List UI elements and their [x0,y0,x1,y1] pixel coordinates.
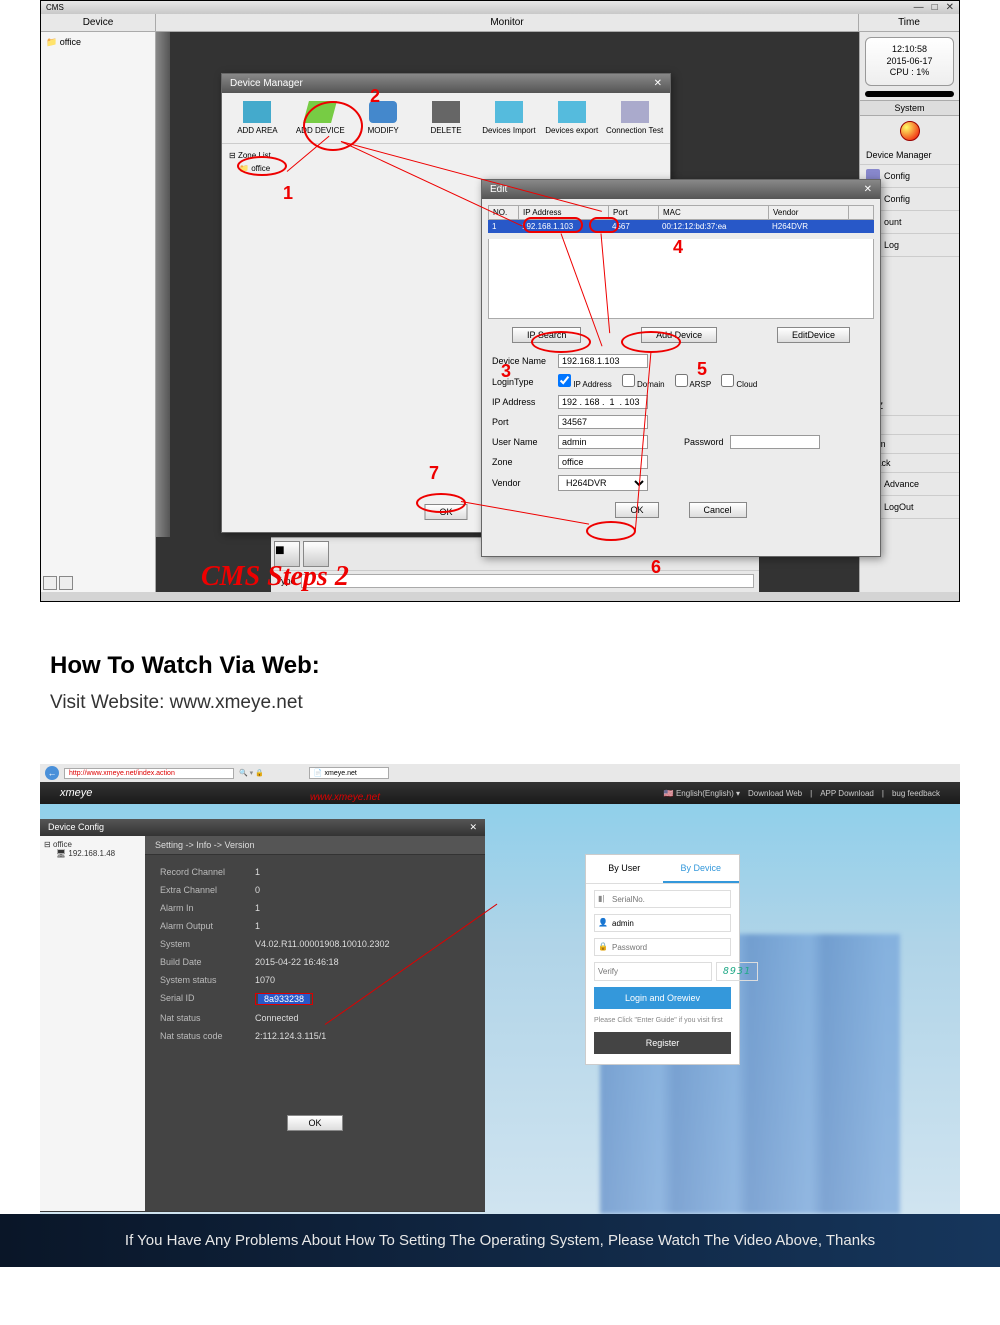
section-heading: How To Watch Via Web: [50,652,950,680]
header-device: Device [41,14,156,31]
devmgr-toolbar: ADD AREA ADD DEVICE MODIFY DELETE Device… [222,93,670,144]
annotation-3: 3 [501,361,511,382]
bug-feedback-link[interactable]: bug feedback [892,789,940,798]
verify-code: 8931 [716,962,758,981]
footer-text: If You Have Any Problems About How To Se… [0,1214,1000,1267]
web-logo: xmeye [60,787,92,799]
close-icon[interactable]: ✕ [654,78,662,89]
annotation-2: 2 [370,86,380,107]
user-icon: 👤 [598,918,608,928]
device-tree-panel: 📁 office [41,32,156,592]
web-screenshot: ← http://www.xmeye.net/index.action 🔍 ▾ … [40,764,960,1214]
device-config-dialog: Device Config ✕ ⊟ office 🖥 192.168.1.48 … [40,819,485,1212]
lock-icon: 🔒 [598,942,608,952]
login-tab-user[interactable]: By User [586,855,663,883]
cms-steps-label: CMS Steps 2 [201,561,349,593]
web-header: xmeye 🇺🇸 English(English) ▾ Download Web… [40,782,960,804]
sidebar-device-manager[interactable]: Device Manager [860,146,959,165]
delete-button[interactable]: DELETE [416,101,477,135]
register-button[interactable]: Register [594,1032,731,1054]
login-type-ip[interactable]: IP Address [558,374,612,389]
cms-titlebar: CMS — □ ✕ [41,1,959,14]
system-section-label: System [860,100,959,116]
refresh-icon[interactable] [59,576,73,590]
annotation-6: 6 [651,557,661,578]
header-monitor: Monitor [156,14,859,31]
edit-device-button[interactable]: EditDevice [777,327,850,343]
section-body: Visit Website: www.xmeye.net [50,692,950,714]
tree-item[interactable]: ⊟ office [44,840,141,849]
cms-screenshot: CMS — □ ✕ Device Monitor Time 📁 office ■ [40,0,960,602]
dc-breadcrumb: Setting -> Info -> Version [145,836,485,855]
record-button[interactable] [900,121,920,141]
device-name-input[interactable] [558,354,648,368]
annotation-7: 7 [429,463,439,484]
address-bar[interactable]: http://www.xmeye.net/index.action [64,768,234,779]
annotation-5: 5 [697,359,707,380]
port-input[interactable] [558,415,648,429]
back-button[interactable]: ← [45,766,59,780]
lang-selector[interactable]: 🇺🇸 English(English) ▾ [664,789,740,798]
barcode-icon: ▮| [598,894,608,904]
cms-header: Device Monitor Time [41,14,959,32]
tree-item[interactable]: 🖥 192.168.1.48 [44,849,141,858]
serial-field[interactable]: ▮| [594,890,731,908]
import-button[interactable]: Devices Import [478,101,539,135]
username-input[interactable] [558,435,648,449]
vendor-select[interactable]: H264DVR [558,475,648,491]
login-hint: Please Click "Enter Guide" if you visit … [586,1015,739,1026]
login-type-cloud[interactable]: Cloud [721,374,757,389]
download-web-link[interactable]: Download Web [748,789,802,798]
annotation-1: 1 [283,183,293,204]
username-field[interactable]: 👤 [594,914,731,932]
zone-input[interactable] [558,455,648,469]
edit-dialog: Edit ✕ NO. IP Address Port MAC Vendor 1 … [481,179,881,557]
edit-cancel-button[interactable]: Cancel [689,502,747,518]
test-button[interactable]: Connection Test [604,101,665,135]
clock-box: 12:10:58 2015-06-17 CPU : 1% [865,37,954,86]
edit-titlebar[interactable]: Edit ✕ [482,180,880,199]
annotation-4: 4 [673,237,683,258]
add-area-button[interactable]: ADD AREA [227,101,288,135]
close-icon[interactable]: ✕ [469,822,477,833]
tree-root[interactable]: 📁 office [44,35,152,50]
close-icon[interactable]: ✕ [864,184,872,195]
dc-titlebar[interactable]: Device Config ✕ [40,819,485,836]
browser-bar: ← http://www.xmeye.net/index.action 🔍 ▾ … [40,764,960,782]
cms-app-title: CMS [46,3,64,12]
app-download-link[interactable]: APP Download [820,789,874,798]
section-text: How To Watch Via Web: Visit Website: www… [50,652,950,714]
type-field[interactable] [301,574,754,588]
ip-address-input[interactable] [558,395,648,409]
browser-tab[interactable]: 📄 xmeye.net [309,767,389,779]
serial-id-highlight: 8a933238 [255,993,313,1005]
login-button[interactable]: Login and Orewiev [594,987,731,1009]
page-icon[interactable] [43,576,57,590]
login-panel: By User By Device ▮| 👤 🔒 8931 Login and … [585,854,740,1065]
url-annotation: www.xmeye.net [310,792,380,803]
password-field[interactable]: 🔒 [594,938,731,956]
devmgr-titlebar[interactable]: Device Manager ✕ [222,74,670,93]
password-input[interactable] [730,435,820,449]
export-button[interactable]: Devices export [541,101,602,135]
verify-input[interactable] [594,962,712,981]
minimize-icon[interactable]: — [914,2,924,13]
maximize-icon[interactable]: □ [932,2,938,13]
header-time: Time [859,14,959,31]
dc-tree: ⊟ office 🖥 192.168.1.48 [40,836,145,1211]
login-type-domain[interactable]: Domain [622,374,665,389]
close-icon[interactable]: ✕ [946,2,954,13]
dc-ok-button[interactable]: OK [287,1115,342,1131]
login-tab-device[interactable]: By Device [663,855,740,883]
